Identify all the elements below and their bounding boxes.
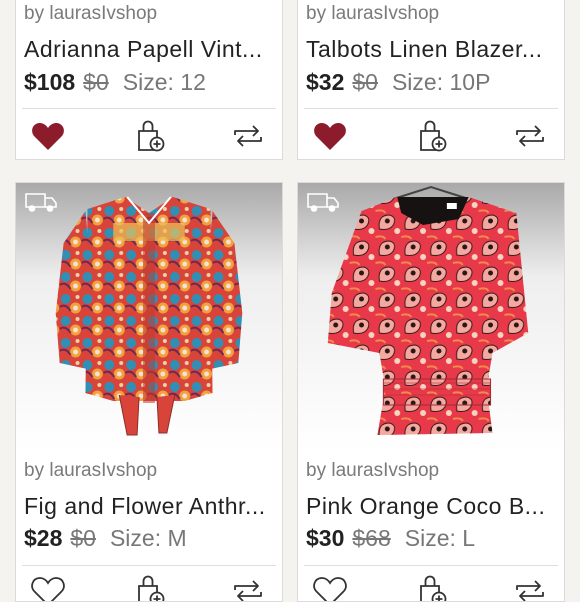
action-bar bbox=[298, 571, 564, 602]
listing-card[interactable]: by laurasIvshop Talbots Linen Blazer... … bbox=[297, 0, 565, 160]
bundle-button[interactable] bbox=[130, 116, 170, 156]
action-bar bbox=[16, 571, 282, 602]
listing-title[interactable]: Pink Orange Coco B... bbox=[306, 493, 558, 520]
listing-title[interactable]: Fig and Flower Anthr... bbox=[24, 493, 276, 520]
price-row: $28 $0 Size: M bbox=[24, 525, 276, 552]
truck-icon bbox=[306, 191, 340, 213]
original-price: $0 bbox=[352, 69, 378, 95]
product-photo[interactable] bbox=[16, 183, 282, 451]
original-price: $68 bbox=[352, 525, 390, 551]
bundle-bag-icon bbox=[416, 119, 448, 153]
seller-name[interactable]: by laurasIvshop bbox=[306, 3, 439, 25]
divider bbox=[304, 565, 558, 566]
original-price: $0 bbox=[70, 525, 96, 551]
listing-title[interactable]: Adrianna Papell Vint... bbox=[24, 36, 276, 63]
price-row: $108 $0 Size: 12 bbox=[24, 69, 276, 96]
shipping-badge bbox=[24, 191, 58, 213]
bundle-button[interactable] bbox=[130, 571, 170, 602]
action-bar bbox=[16, 116, 282, 160]
share-button[interactable] bbox=[228, 571, 268, 602]
share-button[interactable] bbox=[510, 571, 550, 602]
bundle-bag-icon bbox=[134, 119, 166, 153]
size-label: Size: M bbox=[110, 525, 187, 551]
bundle-bag-icon bbox=[134, 574, 166, 602]
price-row: $30 $68 Size: L bbox=[306, 525, 558, 552]
listing-card[interactable]: by laurasIvshop Adrianna Papell Vint... … bbox=[15, 0, 283, 160]
size-label: Size: L bbox=[405, 525, 475, 551]
heart-icon bbox=[31, 121, 65, 151]
divider bbox=[22, 565, 276, 566]
price: $108 bbox=[24, 69, 75, 95]
seller-name[interactable]: by laurasIvshop bbox=[306, 460, 439, 482]
seller-name[interactable]: by laurasIvshop bbox=[24, 3, 157, 25]
share-icon bbox=[513, 120, 547, 152]
price: $28 bbox=[24, 525, 62, 551]
like-button[interactable] bbox=[28, 571, 68, 602]
share-icon bbox=[513, 575, 547, 602]
product-photo[interactable] bbox=[298, 183, 564, 451]
bundle-bag-icon bbox=[416, 574, 448, 602]
like-button[interactable] bbox=[310, 116, 350, 156]
size-label: Size: 12 bbox=[123, 69, 206, 95]
divider bbox=[304, 108, 558, 109]
listing-card[interactable]: by laurasIvshop Pink Orange Coco B... $3… bbox=[297, 182, 565, 602]
share-icon bbox=[231, 575, 265, 602]
divider bbox=[22, 108, 276, 109]
price-row: $32 $0 Size: 10P bbox=[306, 69, 558, 96]
share-icon bbox=[231, 120, 265, 152]
bundle-button[interactable] bbox=[412, 116, 452, 156]
heart-icon bbox=[313, 121, 347, 151]
shipping-badge bbox=[306, 191, 340, 213]
listing-title[interactable]: Talbots Linen Blazer... bbox=[306, 36, 558, 63]
bundle-button[interactable] bbox=[412, 571, 452, 602]
original-price: $0 bbox=[83, 69, 109, 95]
listing-card[interactable]: by laurasIvshop Fig and Flower Anthr... … bbox=[15, 182, 283, 602]
like-button[interactable] bbox=[28, 116, 68, 156]
seller-name[interactable]: by laurasIvshop bbox=[24, 460, 157, 482]
truck-icon bbox=[24, 191, 58, 213]
share-button[interactable] bbox=[510, 116, 550, 156]
size-label: Size: 10P bbox=[392, 69, 490, 95]
share-button[interactable] bbox=[228, 116, 268, 156]
action-bar bbox=[298, 116, 564, 160]
price: $32 bbox=[306, 69, 344, 95]
like-button[interactable] bbox=[310, 571, 350, 602]
price: $30 bbox=[306, 525, 344, 551]
